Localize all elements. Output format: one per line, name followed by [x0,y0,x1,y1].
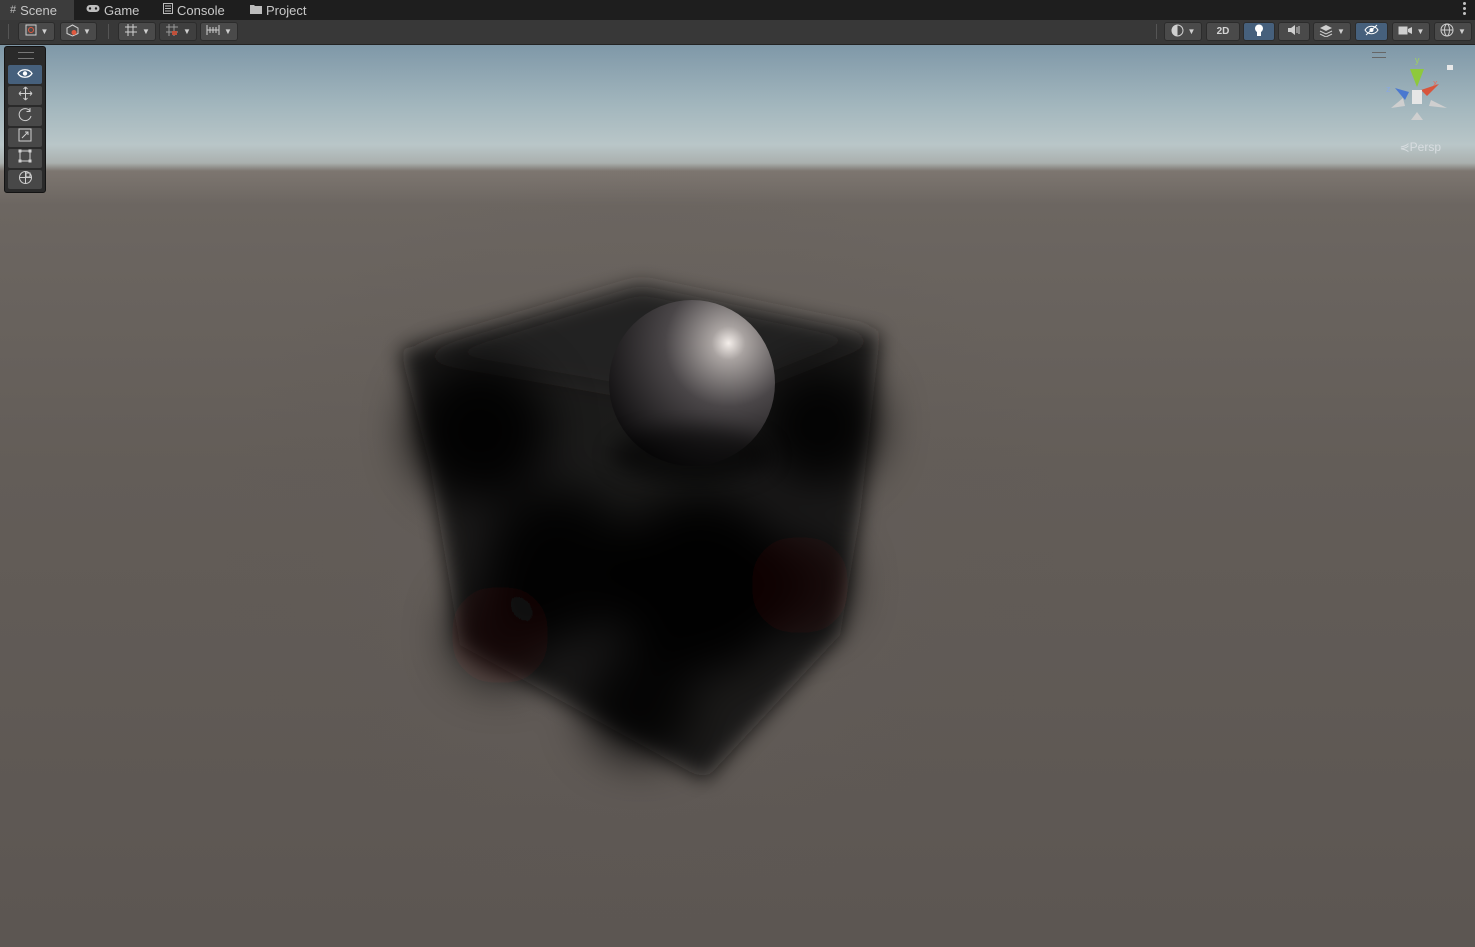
chevron-down-icon: ▼ [1416,27,1425,36]
editor-tab-bar: # Scene Game Console Project [0,0,1475,20]
chevron-down-icon: ▼ [183,27,191,36]
transform-tool-button[interactable] [8,170,42,189]
grid-icon: # [10,4,17,16]
gizmo-lock-icon[interactable] [1447,65,1453,70]
axis-neg-z-cone[interactable] [1429,100,1447,108]
mode-2d-label: 2D [1216,26,1230,37]
chevron-down-icon: ▼ [83,27,91,36]
grid-snap-dropdown[interactable]: ▼ [118,22,156,41]
lighting-toggle[interactable] [1243,22,1275,41]
axis-y-cone[interactable] [1410,69,1424,87]
audio-icon [1287,24,1301,39]
axis-x-cone[interactable] [1421,84,1439,96]
projection-label-text: Persp [1409,140,1441,154]
orientation-dropdown[interactable]: ▼ [60,22,97,41]
effects-layers-icon [1319,24,1333,40]
ruler-dropdown[interactable]: ▼ [200,22,238,41]
scene-render [220,165,1060,925]
tab-scene-label: Scene [20,2,57,18]
tab-scene[interactable]: # Scene [0,0,74,20]
chevron-down-icon: ▼ [142,27,150,36]
axis-z-label: z [1386,84,1391,94]
camera-dropdown[interactable]: ▼ [1392,22,1430,41]
rotate-tool-icon [18,107,33,127]
toolbar-divider [108,24,109,39]
scale-tool-icon [18,128,32,147]
rotate-tool-button[interactable] [8,107,42,126]
tab-project[interactable]: Project [250,0,306,20]
move-tool-icon [18,86,33,106]
scene-viewport[interactable] [0,45,1475,947]
folder-icon [250,4,262,17]
tab-project-label: Project [266,2,307,18]
view-tool-icon [17,66,33,84]
perspective-icon: ⋞ [1399,140,1410,154]
draw-mode-icon [25,24,37,39]
scene-toolbar: ▼ ▼ ▼ ▼ ▼ ▼ 2D ▼ ▼ ▼ [0,20,1475,45]
grid-snap-icon [124,23,138,40]
orientation-gizmo[interactable]: y x z [1377,52,1457,142]
tab-console-label: Console [177,2,225,18]
chevron-down-icon: ▼ [1187,27,1196,36]
console-icon [163,3,173,17]
rect-tool-icon [18,149,32,168]
shading-mode-dropdown[interactable]: ▼ [1164,22,1202,41]
shading-sphere-icon [1171,24,1184,40]
more-options-icon[interactable] [1463,2,1467,16]
scale-tool-button[interactable] [8,128,42,147]
gizmo-center-cube[interactable] [1412,90,1422,104]
effects-dropdown[interactable]: ▼ [1313,22,1351,41]
chevron-down-icon: ▼ [224,27,232,36]
chevron-down-icon: ▼ [1458,27,1466,36]
ruler-icon [206,24,220,39]
toolbar-divider [8,24,9,39]
chevron-down-icon: ▼ [1337,27,1345,36]
tab-console[interactable]: Console [163,0,225,20]
mode-2d-toggle[interactable]: 2D [1206,22,1240,41]
increment-snap-icon [165,23,179,40]
tab-game[interactable]: Game [86,0,139,20]
camera-icon [1398,25,1413,39]
scene-visibility-icon [1364,24,1379,39]
draw-mode-dropdown[interactable]: ▼ [18,22,55,41]
axis-y-label: y [1415,55,1420,65]
view-tool-button[interactable] [8,65,42,84]
axis-z-cone[interactable] [1395,88,1409,100]
axis-neg-x-cone[interactable] [1391,98,1405,108]
chevron-down-icon: ▼ [40,27,49,36]
gizmos-dropdown[interactable]: ▼ [1434,22,1472,41]
scene-visibility-toggle[interactable] [1355,22,1388,41]
gamepad-icon [86,4,100,16]
move-tool-button[interactable] [8,86,42,105]
tab-game-label: Game [104,2,140,18]
audio-toggle[interactable] [1278,22,1310,41]
rect-tool-button[interactable] [8,149,42,168]
increment-snap-dropdown[interactable]: ▼ [159,22,197,41]
projection-label[interactable]: ⋞Persp [1400,140,1441,154]
overlay-drag-handle[interactable] [18,52,34,59]
toolbar-divider [1156,24,1157,39]
orientation-cube-icon [66,23,79,40]
gizmos-globe-icon [1440,23,1454,40]
axis-neg-y-cone[interactable] [1411,112,1423,120]
lightbulb-icon [1254,24,1264,40]
tools-overlay [4,46,46,193]
transform-tool-icon [18,170,33,190]
